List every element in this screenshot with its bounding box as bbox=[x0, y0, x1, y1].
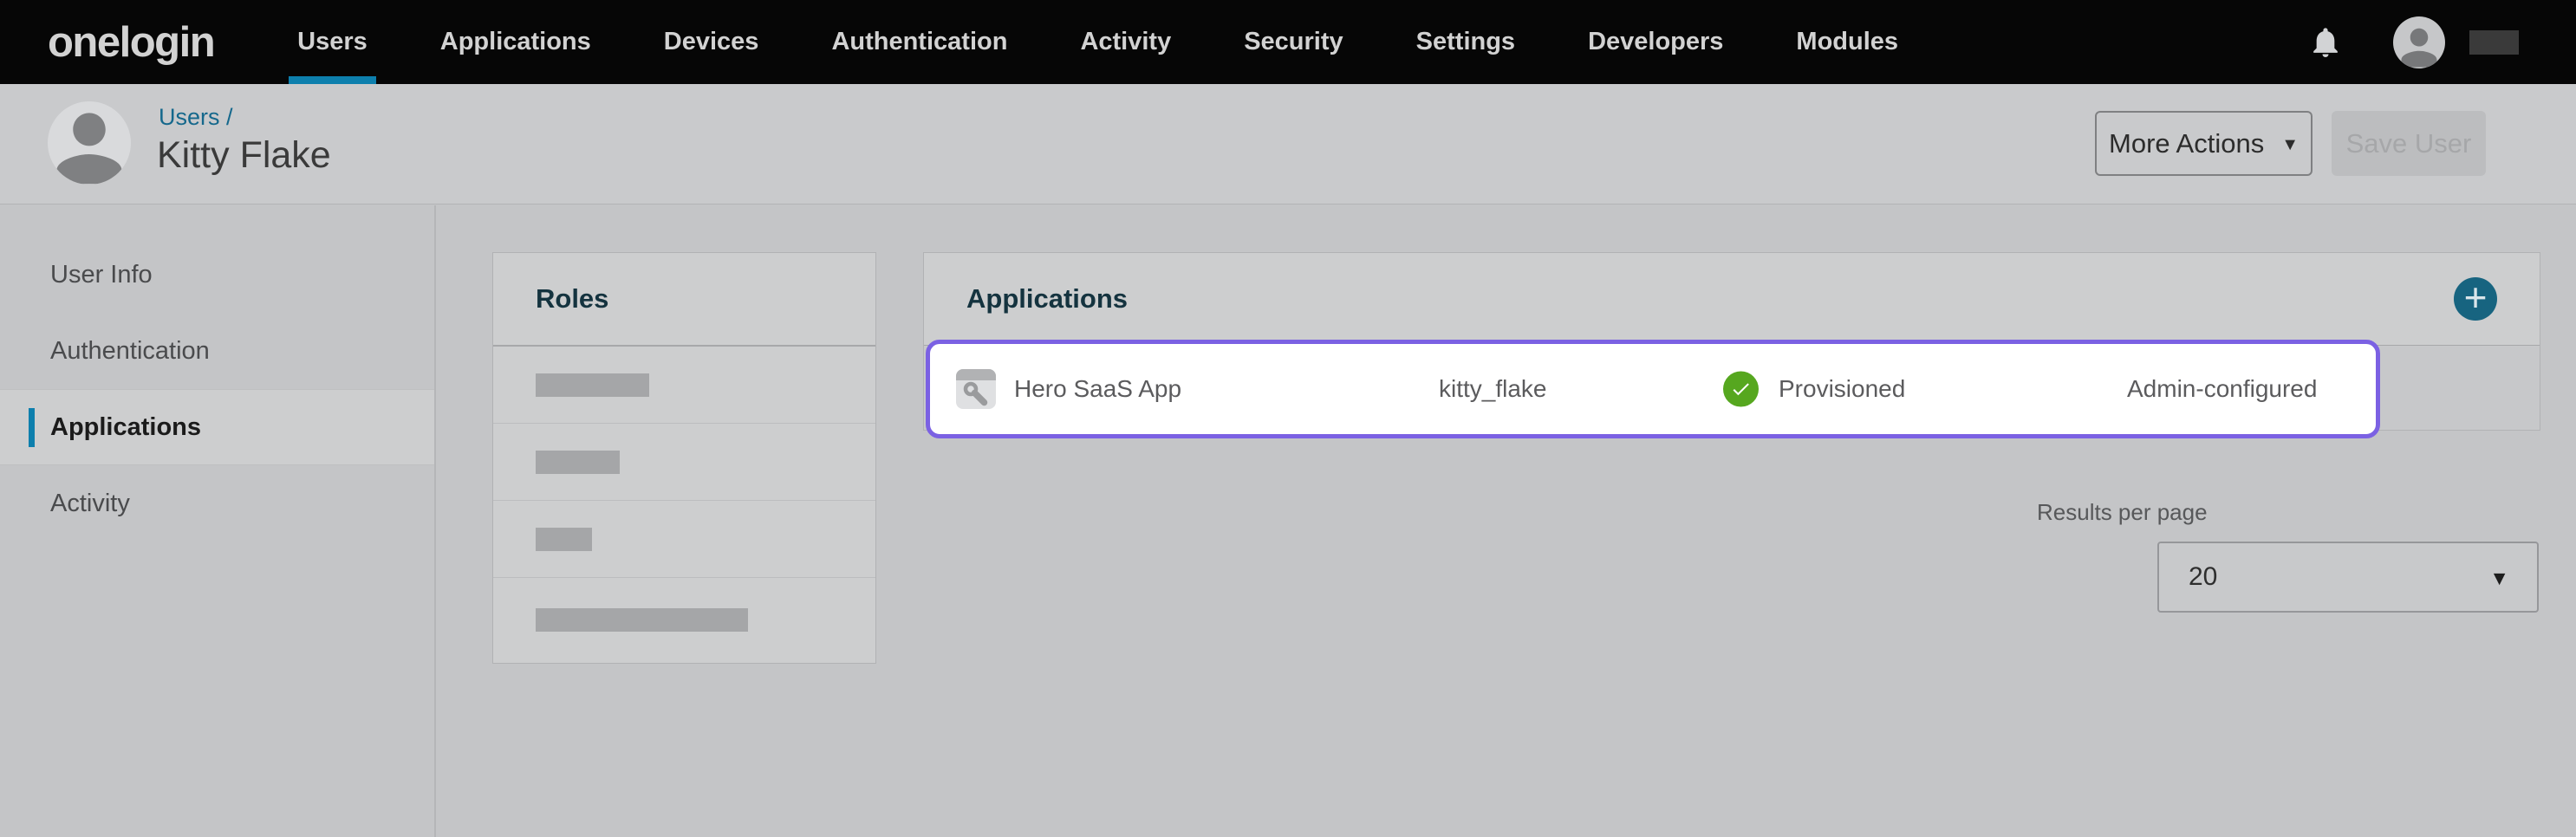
redacted-role-name bbox=[536, 608, 748, 632]
nav-item-security[interactable]: Security bbox=[1235, 0, 1351, 84]
notifications-bell-icon[interactable] bbox=[2308, 25, 2343, 60]
results-per-page-select[interactable]: 20 ▼ bbox=[2157, 542, 2539, 613]
account-avatar[interactable] bbox=[2393, 16, 2445, 68]
person-icon bbox=[2393, 20, 2445, 68]
page-title: Kitty Flake bbox=[157, 134, 331, 177]
sidebar-item-activity[interactable]: Activity bbox=[0, 465, 434, 542]
active-indicator-bar bbox=[29, 408, 35, 447]
more-actions-button[interactable]: More Actions ▼ bbox=[2095, 111, 2313, 176]
caret-down-icon: ▼ bbox=[2489, 564, 2509, 590]
sidebar-item-label: Applications bbox=[50, 413, 201, 442]
nav-item-modules[interactable]: Modules bbox=[1787, 0, 1907, 84]
nav-item-activity[interactable]: Activity bbox=[1071, 0, 1180, 84]
sidebar-item-applications[interactable]: Applications bbox=[0, 389, 434, 465]
redacted-role-name bbox=[536, 528, 592, 551]
onelogin-logo[interactable]: onelogin bbox=[48, 18, 214, 67]
redacted-role-name bbox=[536, 373, 649, 397]
more-actions-label: More Actions bbox=[2109, 128, 2264, 159]
plus-icon: + bbox=[2464, 278, 2488, 316]
app-provision-status: Provisioned bbox=[1779, 375, 1905, 403]
user-page-header: Users / Kitty Flake More Actions ▼ Save … bbox=[0, 84, 2576, 204]
applications-panel-header: Applications + bbox=[924, 253, 2540, 346]
sidebar-item-label: Authentication bbox=[50, 337, 210, 366]
nav-item-devices[interactable]: Devices bbox=[655, 0, 768, 84]
nav-item-settings[interactable]: Settings bbox=[1408, 0, 1524, 84]
roles-panel: Roles bbox=[492, 252, 876, 664]
role-row[interactable] bbox=[493, 347, 875, 424]
provisioned-check-icon bbox=[1723, 372, 1759, 407]
redacted-role-name bbox=[536, 451, 620, 474]
role-row[interactable] bbox=[493, 578, 875, 661]
nav-item-developers[interactable]: Developers bbox=[1579, 0, 1732, 84]
app-username: kitty_flake bbox=[1439, 375, 1547, 403]
primary-nav: Users Applications Devices Authenticatio… bbox=[289, 0, 1962, 84]
nav-item-applications[interactable]: Applications bbox=[432, 0, 600, 84]
sidebar-item-label: Activity bbox=[50, 490, 130, 518]
account-label-redacted bbox=[2469, 30, 2519, 55]
selected-page-size: 20 bbox=[2189, 562, 2217, 592]
nav-item-authentication[interactable]: Authentication bbox=[823, 0, 1016, 84]
nav-right-controls bbox=[2308, 16, 2519, 68]
sidebar-divider bbox=[434, 205, 436, 837]
role-row[interactable] bbox=[493, 424, 875, 501]
user-avatar bbox=[48, 101, 131, 185]
role-row[interactable] bbox=[493, 501, 875, 578]
roles-panel-title: Roles bbox=[493, 253, 875, 347]
app-provisioning-type: Admin-configured bbox=[2127, 375, 2317, 403]
applications-panel-title: Applications bbox=[966, 283, 1128, 315]
nav-item-users[interactable]: Users bbox=[289, 0, 376, 84]
onelogin-user-detail-page: onelogin Users Applications Devices Auth… bbox=[0, 0, 2576, 837]
save-user-label: Save User bbox=[2346, 128, 2472, 159]
app-name: Hero SaaS App bbox=[1014, 375, 1181, 403]
application-row-hero-saas-app-highlighted[interactable]: Hero SaaS App kitty_flake Provisioned Ad… bbox=[926, 340, 2380, 438]
results-per-page-label: Results per page bbox=[2037, 499, 2208, 526]
caret-down-icon: ▼ bbox=[2281, 132, 2299, 155]
breadcrumb-users-link[interactable]: Users / bbox=[159, 104, 233, 131]
top-navigation-bar: onelogin Users Applications Devices Auth… bbox=[0, 0, 2576, 84]
user-section-sidebar: User Info Authentication Applications Ac… bbox=[0, 205, 434, 542]
add-application-button[interactable]: + bbox=[2454, 277, 2497, 321]
sidebar-item-user-info[interactable]: User Info bbox=[0, 237, 434, 313]
sidebar-item-label: User Info bbox=[50, 261, 153, 289]
person-icon bbox=[48, 107, 131, 185]
generic-app-wrench-icon bbox=[956, 369, 996, 409]
save-user-button-disabled[interactable]: Save User bbox=[2332, 111, 2486, 176]
sidebar-item-authentication[interactable]: Authentication bbox=[0, 313, 434, 389]
